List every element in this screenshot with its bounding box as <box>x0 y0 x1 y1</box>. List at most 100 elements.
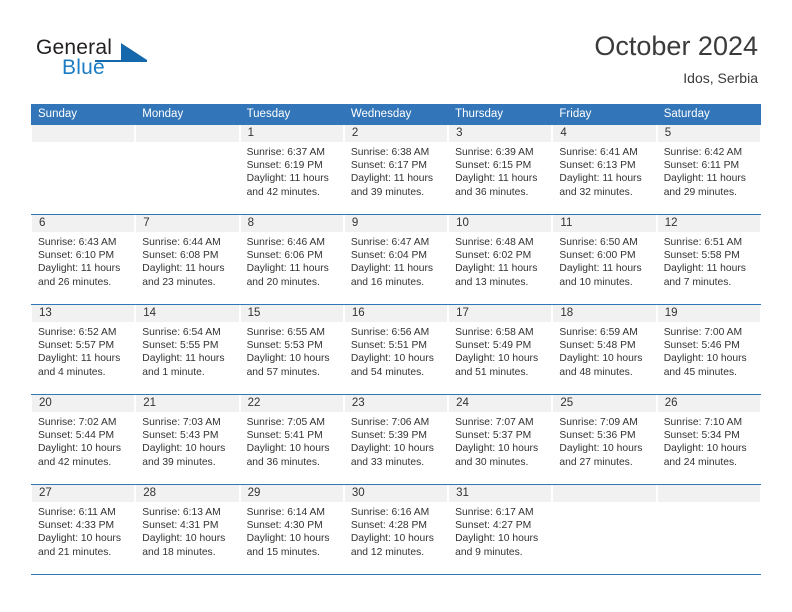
sunset-text: Sunset: 5:53 PM <box>246 340 323 352</box>
daylight-text-line1: Daylight: 11 hours <box>663 173 746 185</box>
day-info: Sunrise: 6:52 AM Sunset: 5:57 PM Dayligh… <box>31 322 135 379</box>
day-cell[interactable]: 7 Sunrise: 6:44 AM Sunset: 6:08 PM Dayli… <box>135 215 240 304</box>
week-row: 13 Sunrise: 6:52 AM Sunset: 5:57 PM Dayl… <box>31 305 761 395</box>
week-row: 1 Sunrise: 6:37 AM Sunset: 6:19 PM Dayli… <box>31 125 761 215</box>
day-number: 21 <box>143 397 157 409</box>
sunrise-text: Sunrise: 7:03 AM <box>142 417 221 428</box>
day-number-band: 8 <box>240 215 343 232</box>
day-number-band: 23 <box>344 395 448 412</box>
day-cell[interactable]: 16 Sunrise: 6:56 AM Sunset: 5:51 PM Dayl… <box>343 305 449 394</box>
day-number: 14 <box>143 307 157 319</box>
day-number-band: 11 <box>553 215 656 232</box>
daylight-text-line1: Daylight: 10 hours <box>455 353 539 365</box>
sunrise-text: Sunrise: 6:42 AM <box>663 147 743 158</box>
day-number: 10 <box>456 217 469 229</box>
day-cell[interactable]: 29 Sunrise: 6:14 AM Sunset: 4:30 PM Dayl… <box>239 485 344 574</box>
day-cell[interactable]: 25 Sunrise: 7:09 AM Sunset: 5:36 PM Dayl… <box>552 395 657 484</box>
day-cell[interactable]: 10 Sunrise: 6:48 AM Sunset: 6:02 PM Dayl… <box>448 215 553 304</box>
day-cell[interactable] <box>656 485 761 574</box>
sunrise-text: Sunrise: 6:46 AM <box>246 237 325 248</box>
day-cell[interactable]: 13 Sunrise: 6:52 AM Sunset: 5:57 PM Dayl… <box>31 305 136 394</box>
day-cell[interactable]: 6 Sunrise: 6:43 AM Sunset: 6:10 PM Dayli… <box>31 215 136 304</box>
day-cell[interactable]: 17 Sunrise: 6:58 AM Sunset: 5:49 PM Dayl… <box>448 305 553 394</box>
general-blue-logo[interactable]: General Blue <box>36 36 216 86</box>
day-cell[interactable]: 21 Sunrise: 7:03 AM Sunset: 5:43 PM Dayl… <box>135 395 240 484</box>
day-cell[interactable]: 23 Sunrise: 7:06 AM Sunset: 5:39 PM Dayl… <box>343 395 449 484</box>
week-row: 27 Sunrise: 6:11 AM Sunset: 4:33 PM Dayl… <box>31 485 761 575</box>
day-cell[interactable]: 8 Sunrise: 6:46 AM Sunset: 6:06 PM Dayli… <box>239 215 344 304</box>
day-cell[interactable]: 5 Sunrise: 6:42 AM Sunset: 6:11 PM Dayli… <box>656 125 761 214</box>
day-info: Sunrise: 7:00 AM Sunset: 5:46 PM Dayligh… <box>657 322 761 379</box>
daylight-text-line1: Daylight: 10 hours <box>455 443 539 455</box>
day-cell[interactable]: 24 Sunrise: 7:07 AM Sunset: 5:37 PM Dayl… <box>448 395 553 484</box>
weekday-header-tuesday: Tuesday <box>246 108 291 120</box>
day-info: Sunrise: 6:50 AM Sunset: 6:00 PM Dayligh… <box>552 232 656 289</box>
day-info: Sunrise: 6:46 AM Sunset: 6:06 PM Dayligh… <box>240 232 344 289</box>
day-cell[interactable]: 18 Sunrise: 6:59 AM Sunset: 5:48 PM Dayl… <box>552 305 657 394</box>
day-number-band: 17 <box>449 305 552 322</box>
sunset-text: Sunset: 6:04 PM <box>350 250 427 262</box>
daylight-text-line1: Daylight: 11 hours <box>246 263 329 275</box>
day-number-band: 26 <box>657 395 760 412</box>
daylight-text-line2: and 12 minutes. <box>350 546 425 558</box>
day-cell[interactable]: 4 Sunrise: 6:41 AM Sunset: 6:13 PM Dayli… <box>552 125 657 214</box>
day-info: Sunrise: 6:13 AM Sunset: 4:31 PM Dayligh… <box>135 502 239 559</box>
day-number-band: 14 <box>136 305 239 322</box>
sunrise-text: Sunrise: 7:05 AM <box>246 417 325 428</box>
day-number-band <box>657 485 760 502</box>
day-info: Sunrise: 6:37 AM Sunset: 6:19 PM Dayligh… <box>240 142 344 199</box>
sunrise-text: Sunrise: 6:38 AM <box>350 147 430 158</box>
daylight-text-line2: and 32 minutes. <box>559 186 633 198</box>
daylight-text-line2: and 1 minute. <box>142 366 205 378</box>
day-info: Sunrise: 6:44 AM Sunset: 6:08 PM Dayligh… <box>135 232 239 289</box>
day-number: 11 <box>560 217 573 229</box>
day-info: Sunrise: 6:41 AM Sunset: 6:13 PM Dayligh… <box>552 142 656 199</box>
daylight-text-line1: Daylight: 10 hours <box>246 443 330 455</box>
day-cell[interactable]: 20 Sunrise: 7:02 AM Sunset: 5:44 PM Dayl… <box>31 395 136 484</box>
sunset-text: Sunset: 6:11 PM <box>663 160 740 172</box>
day-info <box>552 502 656 506</box>
daylight-text-line1: Daylight: 10 hours <box>246 533 330 545</box>
day-cell[interactable]: 28 Sunrise: 6:13 AM Sunset: 4:31 PM Dayl… <box>135 485 240 574</box>
day-number-band: 4 <box>553 125 656 142</box>
day-cell[interactable]: 22 Sunrise: 7:05 AM Sunset: 5:41 PM Dayl… <box>239 395 344 484</box>
day-cell[interactable]: 9 Sunrise: 6:47 AM Sunset: 6:04 PM Dayli… <box>343 215 449 304</box>
day-number: 4 <box>560 127 567 139</box>
day-number-band: 30 <box>344 485 448 502</box>
day-cell[interactable] <box>552 485 657 574</box>
sunrise-text: Sunrise: 6:14 AM <box>246 507 325 518</box>
sunset-text: Sunset: 6:02 PM <box>455 250 532 262</box>
day-info: Sunrise: 6:48 AM Sunset: 6:02 PM Dayligh… <box>448 232 552 289</box>
day-cell[interactable]: 11 Sunrise: 6:50 AM Sunset: 6:00 PM Dayl… <box>552 215 657 304</box>
day-cell[interactable]: 1 Sunrise: 6:37 AM Sunset: 6:19 PM Dayli… <box>239 125 344 214</box>
day-cell[interactable]: 30 Sunrise: 6:16 AM Sunset: 4:28 PM Dayl… <box>343 485 449 574</box>
day-cell[interactable]: 14 Sunrise: 6:54 AM Sunset: 5:55 PM Dayl… <box>135 305 240 394</box>
day-number: 2 <box>351 127 359 139</box>
day-number-band: 15 <box>240 305 343 322</box>
day-cell[interactable]: 26 Sunrise: 7:10 AM Sunset: 5:34 PM Dayl… <box>656 395 761 484</box>
day-number: 17 <box>456 307 469 319</box>
day-info <box>657 502 761 506</box>
daylight-text-line1: Daylight: 10 hours <box>142 443 226 455</box>
sunrise-text: Sunrise: 7:00 AM <box>663 327 743 338</box>
day-cell[interactable]: 19 Sunrise: 7:00 AM Sunset: 5:46 PM Dayl… <box>656 305 761 394</box>
day-cell[interactable]: 2 Sunrise: 6:38 AM Sunset: 6:17 PM Dayli… <box>343 125 449 214</box>
day-cell[interactable] <box>135 125 240 214</box>
sunset-text: Sunset: 5:49 PM <box>455 340 532 352</box>
day-cell[interactable] <box>31 125 136 214</box>
day-cell[interactable]: 27 Sunrise: 6:11 AM Sunset: 4:33 PM Dayl… <box>31 485 136 574</box>
day-number: 1 <box>247 127 254 139</box>
day-cell[interactable]: 3 Sunrise: 6:39 AM Sunset: 6:15 PM Dayli… <box>448 125 553 214</box>
day-info: Sunrise: 6:47 AM Sunset: 6:04 PM Dayligh… <box>344 232 448 289</box>
day-number: 26 <box>664 397 678 409</box>
daylight-text-line2: and 30 minutes. <box>455 456 529 468</box>
sunset-text: Sunset: 6:17 PM <box>350 160 427 172</box>
day-number: 16 <box>351 307 365 319</box>
day-cell[interactable]: 31 Sunrise: 6:17 AM Sunset: 4:27 PM Dayl… <box>448 485 553 574</box>
sunset-text: Sunset: 5:36 PM <box>559 430 636 442</box>
day-cell[interactable]: 15 Sunrise: 6:55 AM Sunset: 5:53 PM Dayl… <box>239 305 344 394</box>
day-info: Sunrise: 6:51 AM Sunset: 5:58 PM Dayligh… <box>657 232 761 289</box>
day-number-band: 18 <box>553 305 656 322</box>
day-cell[interactable]: 12 Sunrise: 6:51 AM Sunset: 5:58 PM Dayl… <box>656 215 761 304</box>
sunrise-text: Sunrise: 6:39 AM <box>455 147 534 158</box>
